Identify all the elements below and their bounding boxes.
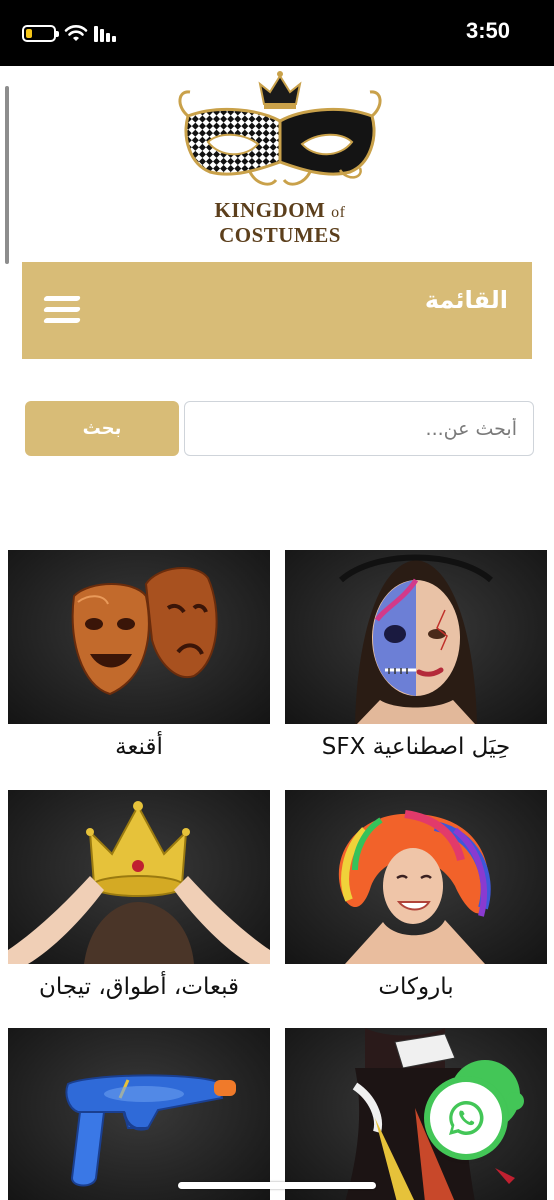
page: 3:50 KINGDOM of COSTUMES القائمة أبحث عن… [0, 0, 554, 1200]
brand-name-end: COSTUMES [219, 223, 341, 247]
wifi-icon [64, 25, 88, 41]
category-card-guns[interactable] [8, 1028, 270, 1200]
battery-icon [22, 25, 59, 42]
whatsapp-icon [449, 1100, 484, 1135]
menu-label: القائمة [424, 286, 508, 314]
status-bar: 3:50 [0, 0, 554, 66]
water-gun-image [8, 1028, 270, 1200]
home-indicator[interactable] [178, 1182, 376, 1189]
menu-bar[interactable]: القائمة [22, 262, 532, 359]
category-label: أقنعة [115, 734, 163, 760]
hamburger-icon[interactable] [43, 296, 82, 324]
scrollbar[interactable] [5, 86, 9, 264]
whatsapp-blob-dot [506, 1092, 524, 1110]
category-label: قبعات، أطواق، تيجان [38, 974, 240, 1000]
theater-masks-image [8, 550, 270, 724]
gold-crown-image [8, 790, 270, 964]
brand-logo[interactable]: KINGDOM of COSTUMES [160, 66, 400, 247]
category-card-sfx[interactable]: حِيَل اصطناعية SFX [285, 550, 547, 760]
whatsapp-button[interactable] [430, 1082, 502, 1154]
search-button[interactable]: بحث [25, 401, 179, 456]
category-label: حِيَل اصطناعية SFX [321, 734, 511, 760]
signal-icon [94, 26, 116, 42]
search-input[interactable] [184, 401, 534, 456]
category-label: باروكات [378, 974, 454, 1000]
brand-name-of: of [331, 204, 346, 221]
mask-logo-icon [178, 71, 382, 186]
brand-name: KINGDOM of COSTUMES [160, 198, 400, 248]
category-card-masks[interactable]: أقنعة [8, 550, 270, 760]
rainbow-wig-image [285, 790, 547, 964]
brand-name-main: KINGDOM [214, 198, 326, 222]
face-paint-image [285, 550, 547, 724]
status-time: 3:50 [465, 18, 510, 43]
category-card-crowns[interactable]: قبعات، أطواق، تيجان [8, 790, 270, 1000]
category-card-wigs[interactable]: باروكات [285, 790, 547, 1000]
